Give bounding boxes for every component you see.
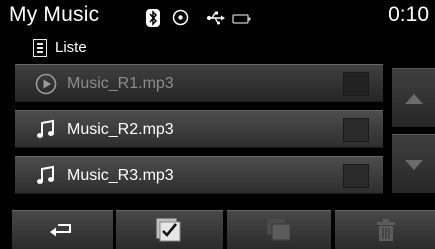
select-all-button[interactable] xyxy=(116,210,223,249)
app-title: My Music xyxy=(9,3,100,26)
battery-icon xyxy=(232,12,252,30)
copy-icon xyxy=(267,219,291,241)
delete-button[interactable] xyxy=(335,210,435,249)
bluetooth-icon xyxy=(146,9,160,32)
track-label: Music_R3.mp3 xyxy=(67,167,174,184)
row-checkbox[interactable] xyxy=(343,118,369,142)
scroll-up-button[interactable] xyxy=(392,68,435,127)
trash-icon xyxy=(377,219,395,241)
arrow-up-icon xyxy=(405,94,423,104)
bottom-toolbar xyxy=(0,210,435,249)
return-arrow-icon xyxy=(50,224,71,237)
music-note-icon xyxy=(35,119,57,141)
back-button[interactable] xyxy=(12,210,113,249)
copy-button[interactable] xyxy=(227,210,331,249)
status-bar: My Music 0:10 xyxy=(0,0,435,36)
disc-icon xyxy=(172,9,189,31)
track-label: Music_R2.mp3 xyxy=(67,121,174,138)
checkbox-icon xyxy=(156,218,181,242)
list-icon xyxy=(33,39,47,57)
music-screen: My Music 0:10 Liste Music_R1.mp3 Music_R… xyxy=(0,0,435,249)
arrow-down-icon xyxy=(405,160,423,170)
music-note-icon xyxy=(35,165,57,187)
list-item[interactable]: Music_R2.mp3 xyxy=(15,110,383,148)
list-item[interactable]: Music_R3.mp3 xyxy=(15,156,383,194)
list-title: Liste xyxy=(55,39,87,56)
play-circle-icon xyxy=(35,73,57,95)
scroll-down-button[interactable] xyxy=(392,134,435,193)
row-checkbox[interactable] xyxy=(343,72,369,96)
list-item[interactable]: Music_R1.mp3 xyxy=(15,64,383,102)
row-checkbox[interactable] xyxy=(343,164,369,188)
track-label: Music_R1.mp3 xyxy=(67,75,174,92)
clock: 0:10 xyxy=(388,3,429,26)
list-header: Liste xyxy=(0,36,435,62)
usb-icon xyxy=(207,11,225,30)
